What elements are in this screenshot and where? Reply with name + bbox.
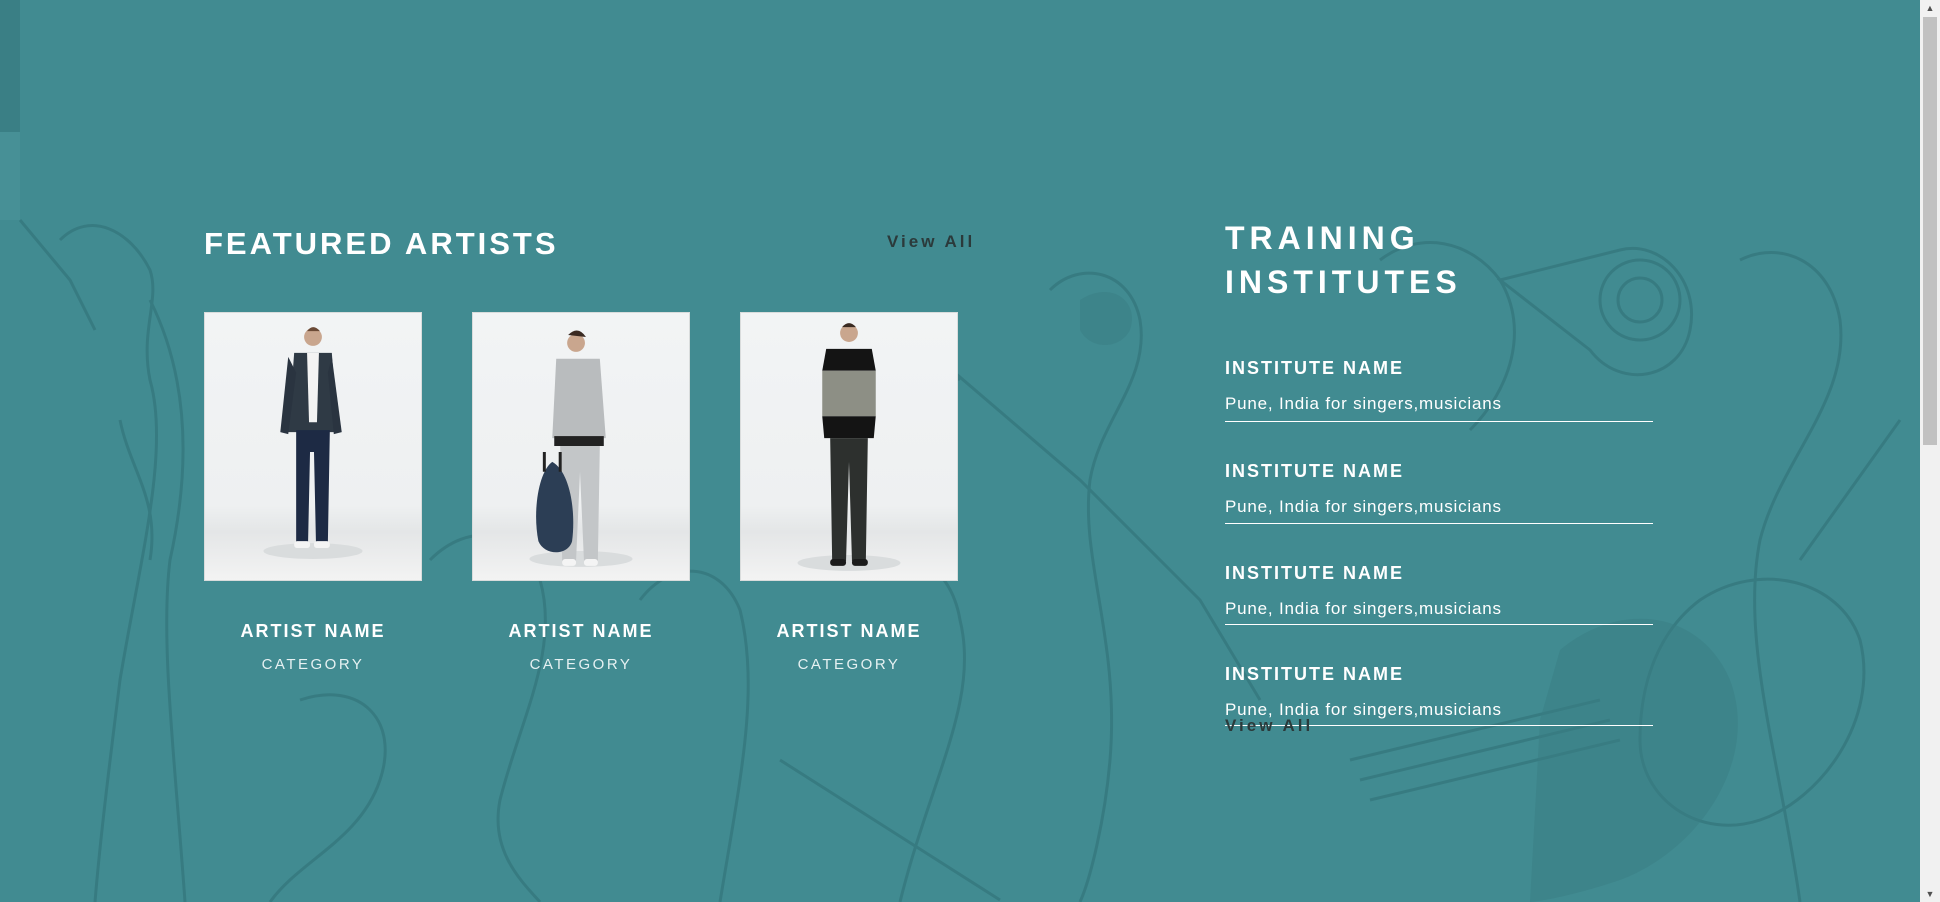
artist-name: ARTIST NAME <box>508 621 654 641</box>
scroll-down-arrow-icon[interactable]: ▼ <box>1920 886 1940 902</box>
artist-figure-hoodie <box>529 330 633 567</box>
artist-name: ARTIST NAME <box>240 621 386 641</box>
list-item[interactable]: INSTITUTE NAME Pune, India for singers,m… <box>1225 549 1653 625</box>
scroll-up-arrow-icon[interactable]: ▲ <box>1920 0 1940 16</box>
featured-artists-view-all-link[interactable]: View All <box>887 232 975 252</box>
artist-photo[interactable] <box>740 312 958 581</box>
artist-figure-sweater <box>797 323 901 571</box>
list-item[interactable]: INSTITUTE NAME Pune, India for singers,m… <box>1225 447 1653 524</box>
scrollbar-thumb[interactable] <box>1923 17 1937 445</box>
artist-name: ARTIST NAME <box>776 621 922 641</box>
list-item[interactable]: INSTITUTE NAME Pune, India for singers,m… <box>1225 650 1653 726</box>
artist-photo[interactable] <box>204 312 422 581</box>
featured-artists-section: FEATURED ARTISTS View All ARTIST NAME CA… <box>204 222 980 673</box>
institute-location: Pune, India for singers,musicians <box>1225 497 1502 516</box>
artist-photo[interactable] <box>472 312 690 581</box>
artist-figure-jacket <box>263 327 363 559</box>
artist-card[interactable]: ARTIST NAME CATEGORY <box>204 312 422 673</box>
institute-list: INSTITUTE NAME Pune, India for singers,m… <box>1225 344 1653 726</box>
list-item[interactable]: INSTITUTE NAME Pune, India for singers,m… <box>1225 344 1653 422</box>
institute-location: Pune, India for singers,musicians <box>1225 599 1502 618</box>
institute-name: INSTITUTE NAME <box>1225 664 1404 684</box>
artist-category: CATEGORY <box>797 656 901 673</box>
institute-name: INSTITUTE NAME <box>1225 358 1404 378</box>
artist-card[interactable]: ARTIST NAME CATEGORY <box>472 312 690 673</box>
artist-category: CATEGORY <box>261 656 365 673</box>
page-scrollbar[interactable]: ▲ ▼ <box>1920 0 1940 902</box>
featured-artists-title: FEATURED ARTISTS <box>204 226 559 261</box>
artist-card-list: ARTIST NAME CATEGORY ARTIST NAME CATEGOR… <box>204 312 958 673</box>
training-institutes-section: TRAINING INSTITUTES INSTITUTE NAME Pune,… <box>1225 216 1653 751</box>
artist-category: CATEGORY <box>529 656 633 673</box>
corner-strip <box>0 0 20 220</box>
institute-name: INSTITUTE NAME <box>1225 461 1404 481</box>
training-institutes-title: TRAINING INSTITUTES <box>1225 220 1462 300</box>
artist-card[interactable]: ARTIST NAME CATEGORY <box>740 312 958 673</box>
institute-location: Pune, India for singers,musicians <box>1225 394 1502 413</box>
training-institutes-view-all-link[interactable]: View All <box>1225 716 1313 736</box>
institute-name: INSTITUTE NAME <box>1225 563 1404 583</box>
